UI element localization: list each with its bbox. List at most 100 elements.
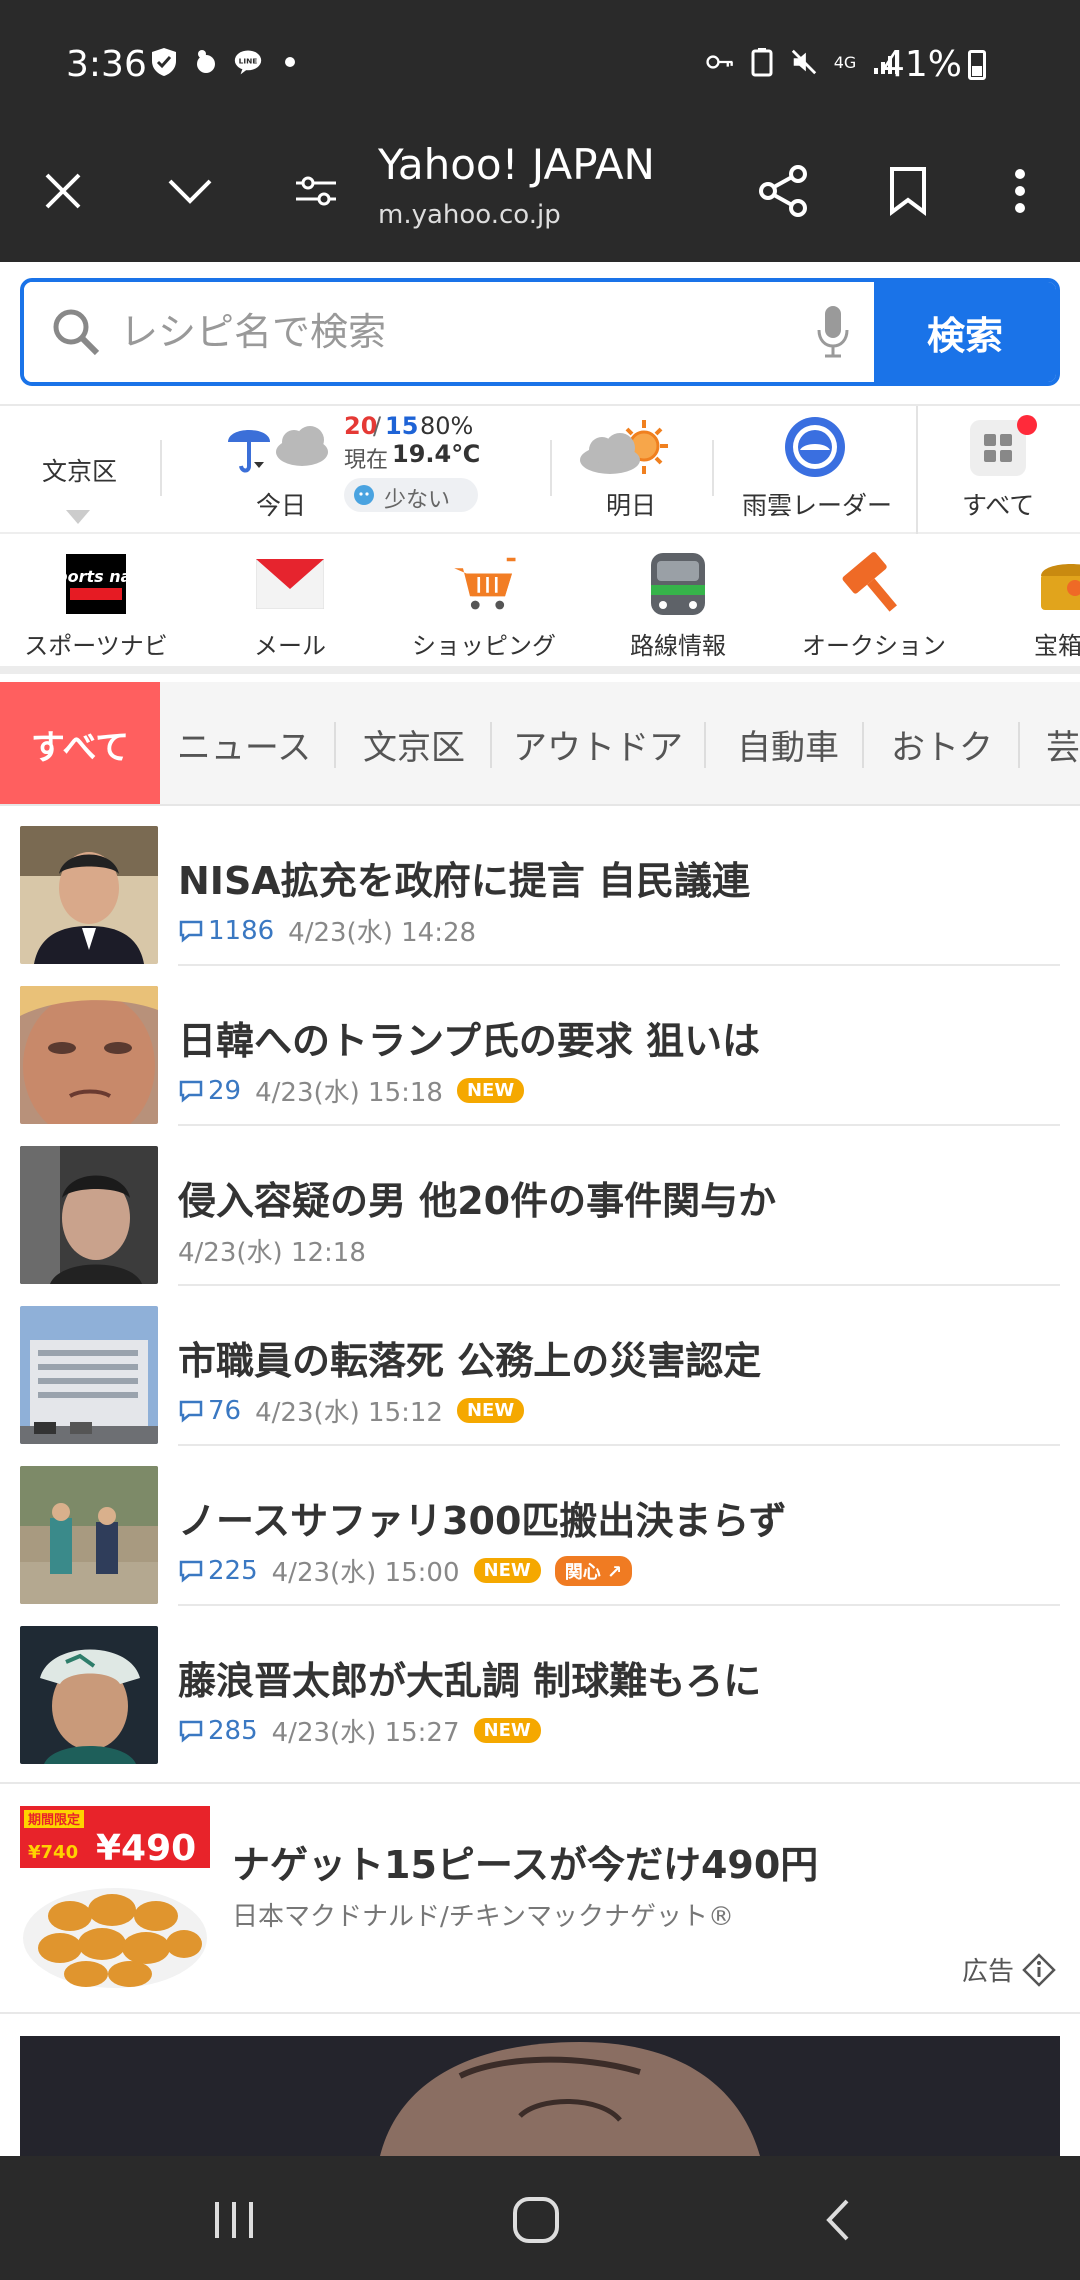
service-label: 路線情報 (630, 632, 726, 660)
battery-percent: 41% (881, 44, 962, 85)
news-meta: 76 4/23(水) 15:12 NEW (178, 1392, 525, 1429)
site-settings-button[interactable] (281, 156, 351, 226)
search-icon (53, 309, 100, 356)
more-vert-icon (1015, 169, 1025, 213)
comment-count[interactable]: 29 (178, 1076, 241, 1106)
recent-apps-icon (215, 2202, 253, 2238)
search-box: 検索 (20, 278, 1060, 386)
news-date: 4/23(水) 15:18 (255, 1078, 443, 1108)
interest-badge: 関心 ↗ (554, 1555, 633, 1586)
radar-icon (785, 417, 845, 477)
auction-hammer-icon (839, 552, 909, 614)
status-time: 3:36 (66, 44, 147, 85)
service-label: メール (254, 632, 326, 660)
chevron-down-icon (168, 179, 212, 204)
today-label: 今日 (256, 491, 307, 520)
close-icon (45, 173, 81, 209)
ad-card[interactable]: 期間限定 ¥740 ¥490 ナゲット15ピースが今だけ490円 日本マクドナル… (0, 1782, 1080, 2014)
home-icon (513, 2197, 559, 2243)
news-thumbnail (20, 1626, 158, 1764)
home-button[interactable] (506, 2190, 566, 2250)
microphone-icon[interactable] (816, 304, 850, 360)
minimize-button[interactable] (155, 156, 225, 226)
treasure-box-icon (1035, 554, 1080, 614)
comment-icon (179, 1080, 203, 1103)
pollen-badge: 少ない (344, 478, 478, 513)
tab-outdoor[interactable]: アウトドア (500, 682, 696, 804)
tab-divider (704, 722, 706, 768)
pollen-level: 少ない (384, 488, 451, 513)
comment-number: 29 (208, 1075, 242, 1106)
more-menu-button[interactable] (985, 156, 1055, 226)
news-thumbnail (20, 986, 158, 1124)
location-selector[interactable]: 文京区 (0, 406, 160, 534)
pollen-icon (354, 485, 374, 505)
search-button[interactable]: 検索 (874, 282, 1056, 382)
share-button[interactable] (748, 156, 818, 226)
rain-radar-link[interactable]: 雨雲レーダー (722, 406, 912, 534)
featured-image[interactable] (20, 2036, 1060, 2156)
news-meta: 225 4/23(水) 15:00 NEW 関心 ↗ (178, 1552, 633, 1589)
all-services-button[interactable]: すべて (920, 406, 1080, 534)
search-area: 検索 (0, 262, 1080, 406)
category-tabs: すべて ニュース 文京区 アウトドア 自動車 おトク 芸 (0, 682, 1080, 806)
share-icon (759, 165, 807, 217)
news-item[interactable]: 日韓へのトランプ氏の要求 狙いは 29 4/23(水) 15:18 NEW (0, 966, 1080, 1126)
info-icon (1022, 1952, 1056, 1987)
ad-price: ¥490 (96, 1828, 196, 1869)
service-shortcuts: Sports navi スポーツナビ メール ショッピング 路線情報 オークショ… (0, 534, 1080, 674)
comment-icon (179, 1400, 203, 1423)
comment-count[interactable]: 225 (178, 1556, 258, 1586)
back-button[interactable] (808, 2190, 868, 2250)
service-label: ショッピング (412, 632, 556, 660)
news-item[interactable]: 藤浪晋太郎が大乱調 制球難もろに 285 4/23(水) 15:27 NEW (0, 1606, 1080, 1766)
comment-count[interactable]: 1186 (178, 916, 274, 946)
ad-info-button[interactable]: 広告 (962, 1951, 1056, 1988)
comment-count[interactable]: 285 (178, 1716, 258, 1746)
news-headline: ノースサファリ300匹搬出決まらず (178, 1499, 787, 1543)
service-mail[interactable]: メール (200, 554, 380, 661)
tab-divider (1018, 722, 1020, 768)
ad-advertiser: 日本マクドナルド/チキンマックナゲット® (232, 1902, 734, 1932)
service-label: スポーツナビ (24, 632, 168, 660)
new-badge: NEW (456, 1398, 525, 1423)
bookmark-button[interactable] (873, 156, 943, 226)
recent-apps-button[interactable] (204, 2190, 264, 2250)
notification-dot-icon (1017, 415, 1037, 435)
service-shopping[interactable]: ショッピング (394, 554, 574, 661)
shield-icon (150, 48, 178, 76)
tab-cars[interactable]: 自動車 (714, 682, 862, 804)
caret-down-icon (66, 510, 90, 524)
location-name: 文京区 (42, 457, 118, 486)
tab-all[interactable]: すべて (0, 682, 160, 804)
news-item[interactable]: 侵入容疑の男 他20件の事件関与か 4/23(水) 12:18 (0, 1126, 1080, 1286)
comment-count[interactable]: 76 (178, 1396, 241, 1426)
news-item[interactable]: 市職員の転落死 公務上の災害認定 76 4/23(水) 15:12 NEW (0, 1286, 1080, 1446)
bookmark-icon (890, 167, 926, 216)
close-tab-button[interactable] (28, 156, 98, 226)
tab-news[interactable]: ニュース (164, 682, 324, 804)
weather-tomorrow[interactable]: 明日 (560, 406, 710, 534)
tab-entertainment[interactable]: 芸 (1046, 682, 1080, 804)
key-icon (706, 48, 734, 76)
tab-bunkyo[interactable]: 文京区 (344, 682, 484, 804)
news-item[interactable]: NISA拡充を政府に提言 自民議連 1186 4/23(水) 14:28 (0, 806, 1080, 966)
page-url: m.yahoo.co.jp (378, 200, 561, 230)
ad-promo-tag: 期間限定 (28, 1812, 80, 1828)
service-sportsnavi[interactable]: Sports navi スポーツナビ (6, 554, 186, 661)
search-input[interactable] (120, 300, 770, 364)
news-headline: 市職員の転落死 公務上の災害認定 (178, 1339, 762, 1383)
weather-today[interactable]: 今日 20 / 15 80% 現在 19.4℃ 少ない (170, 406, 550, 534)
service-auction[interactable]: オークション (784, 552, 964, 661)
service-transit[interactable]: 路線情報 (588, 553, 768, 661)
temp-separator: / (373, 412, 382, 440)
tab-divider (334, 722, 336, 768)
service-label: 宝箱く (1034, 632, 1080, 660)
tab-deals[interactable]: おトク (872, 682, 1012, 804)
service-treasure[interactable]: 宝箱く (980, 554, 1080, 661)
comment-icon (179, 1720, 203, 1743)
news-headline: 藤浪晋太郎が大乱調 制球難もろに (178, 1659, 762, 1703)
news-item[interactable]: ノースサファリ300匹搬出決まらず 225 4/23(水) 15:00 NEW … (0, 1446, 1080, 1606)
ad-title: ナゲット15ピースが今だけ490円 (232, 1843, 819, 1887)
status-bar: 3:36 LINE 4G 41% (0, 0, 1080, 118)
